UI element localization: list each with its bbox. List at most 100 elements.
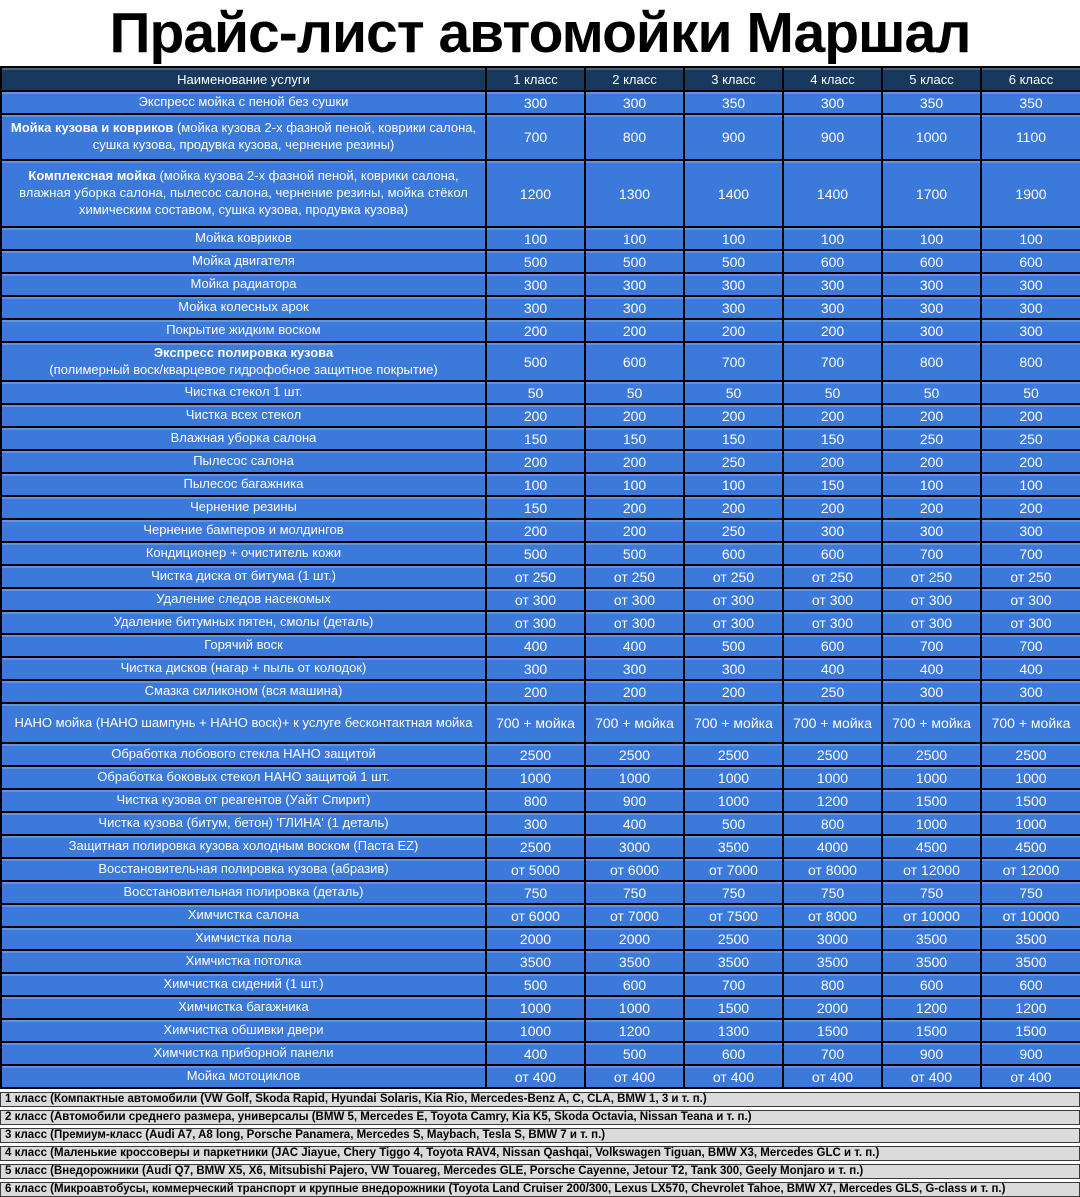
- price-cell: 700: [783, 342, 882, 381]
- price-cell: 500: [585, 1042, 684, 1065]
- price-cell: 1000: [882, 766, 981, 789]
- price-cell: 250: [981, 427, 1080, 450]
- price-cell: 900: [585, 789, 684, 812]
- service-name-cell: Химчистка пола: [1, 927, 486, 950]
- price-cell: 500: [486, 542, 585, 565]
- price-cell: 100: [486, 473, 585, 496]
- price-cell: 300: [981, 319, 1080, 342]
- service-name-cell: Пылесос салона: [1, 450, 486, 473]
- table-row: Химчистка обшивки двери10001200130015001…: [1, 1019, 1080, 1042]
- table-row: Химчистка пола200020002500300035003500: [1, 927, 1080, 950]
- service-name-cell: Защитная полировка кузова холодным воско…: [1, 835, 486, 858]
- price-cell: от 7000: [684, 858, 783, 881]
- price-cell: 200: [585, 680, 684, 703]
- table-row: Обработка боковых стекол НАНО защитой 1 …: [1, 766, 1080, 789]
- price-cell: 200: [783, 496, 882, 519]
- price-cell: 350: [684, 91, 783, 114]
- price-cell: 500: [486, 973, 585, 996]
- class-footnote: 2 класс (Автомобили среднего размера, ун…: [0, 1110, 1080, 1125]
- service-name-cell: Экспресс полировка кузова(полимерный вос…: [1, 342, 486, 381]
- price-cell: 3500: [783, 950, 882, 973]
- page-title: Прайс-лист автомойки Маршал: [0, 0, 1080, 66]
- price-cell: 150: [783, 473, 882, 496]
- price-cell: 3500: [981, 950, 1080, 973]
- service-name-cell: Восстановительная полировка (деталь): [1, 881, 486, 904]
- price-cell: от 7000: [585, 904, 684, 927]
- table-row: Химчистка приборной панели40050060070090…: [1, 1042, 1080, 1065]
- price-cell: 800: [585, 114, 684, 160]
- price-cell: 300: [981, 680, 1080, 703]
- price-cell: 600: [684, 1042, 783, 1065]
- service-name-cell: Химчистка приборной панели: [1, 1042, 486, 1065]
- price-cell: от 12000: [882, 858, 981, 881]
- service-name-cell: Мойка двигателя: [1, 250, 486, 273]
- service-name-cell: Чернение резины: [1, 496, 486, 519]
- price-cell: от 300: [981, 611, 1080, 634]
- price-cell: 300: [783, 273, 882, 296]
- table-row: Химчистка багажника100010001500200012001…: [1, 996, 1080, 1019]
- price-cell: 800: [882, 342, 981, 381]
- price-cell: 500: [585, 542, 684, 565]
- service-name-cell: Чистка кузова (битум, бетон) 'ГЛИНА' (1 …: [1, 812, 486, 835]
- price-cell: 3000: [585, 835, 684, 858]
- service-name-cell: Чистка стекол 1 шт.: [1, 381, 486, 404]
- price-cell: 750: [882, 881, 981, 904]
- price-cell: 800: [981, 342, 1080, 381]
- service-name-cell: Пылесос багажника: [1, 473, 486, 496]
- price-cell: 200: [486, 319, 585, 342]
- class-footnote: 3 класс (Премиум-класс (Audi A7, A8 long…: [0, 1128, 1080, 1143]
- price-cell: 100: [882, 227, 981, 250]
- price-cell: 300: [981, 296, 1080, 319]
- column-header-cell: 6 класс: [981, 67, 1080, 91]
- price-cell: 700 + мойка: [585, 703, 684, 743]
- price-cell: 3000: [783, 927, 882, 950]
- price-cell: 1000: [981, 812, 1080, 835]
- table-row: Чистка кузова от реагентов (Уайт Спирит)…: [1, 789, 1080, 812]
- table-row: Экспресс мойка с пеной без сушки30030035…: [1, 91, 1080, 114]
- price-cell: 100: [981, 473, 1080, 496]
- price-cell: от 300: [684, 611, 783, 634]
- price-cell: 500: [684, 250, 783, 273]
- price-cell: 300: [486, 296, 585, 319]
- table-row: Чистка диска от битума (1 шт.)от 250от 2…: [1, 565, 1080, 588]
- price-cell: 400: [486, 1042, 585, 1065]
- price-cell: 2500: [684, 743, 783, 766]
- table-row: Мойка радиатора300300300300300300: [1, 273, 1080, 296]
- table-row: Пылесос багажника100100100150100100: [1, 473, 1080, 496]
- price-cell: 300: [585, 657, 684, 680]
- price-cell: 300: [486, 812, 585, 835]
- price-cell: 2500: [486, 743, 585, 766]
- price-cell: 500: [684, 634, 783, 657]
- price-cell: 2500: [486, 835, 585, 858]
- price-cell: 1200: [783, 789, 882, 812]
- price-cell: 1000: [981, 766, 1080, 789]
- service-name-cell: Химчистка потолка: [1, 950, 486, 973]
- price-cell: 800: [486, 789, 585, 812]
- price-cell: от 400: [783, 1065, 882, 1088]
- table-row: Пылесос салона200200250200200200: [1, 450, 1080, 473]
- price-cell: 50: [585, 381, 684, 404]
- price-cell: 600: [981, 250, 1080, 273]
- price-cell: 2500: [684, 927, 783, 950]
- price-cell: 700: [882, 634, 981, 657]
- price-cell: от 400: [684, 1065, 783, 1088]
- price-cell: 350: [882, 91, 981, 114]
- service-name-cell: Кондиционер + очиститель кожи: [1, 542, 486, 565]
- price-cell: 150: [486, 427, 585, 450]
- price-cell: 1000: [486, 1019, 585, 1042]
- price-cell: 200: [882, 450, 981, 473]
- table-row: Чистка дисков (нагар + пыль от колодок)3…: [1, 657, 1080, 680]
- price-cell: 1700: [882, 160, 981, 227]
- price-cell: от 400: [981, 1065, 1080, 1088]
- price-cell: 1400: [783, 160, 882, 227]
- column-header-cell: 5 класс: [882, 67, 981, 91]
- table-row: Чернение бамперов и молдингов20020025030…: [1, 519, 1080, 542]
- price-cell: 1000: [783, 766, 882, 789]
- price-cell: 300: [486, 657, 585, 680]
- price-cell: 500: [486, 342, 585, 381]
- service-name-cell: Чистка дисков (нагар + пыль от колодок): [1, 657, 486, 680]
- price-cell: 1400: [684, 160, 783, 227]
- class-footnote: 1 класс (Компактные автомобили (VW Golf,…: [0, 1092, 1080, 1107]
- price-cell: 300: [783, 519, 882, 542]
- price-cell: 200: [486, 519, 585, 542]
